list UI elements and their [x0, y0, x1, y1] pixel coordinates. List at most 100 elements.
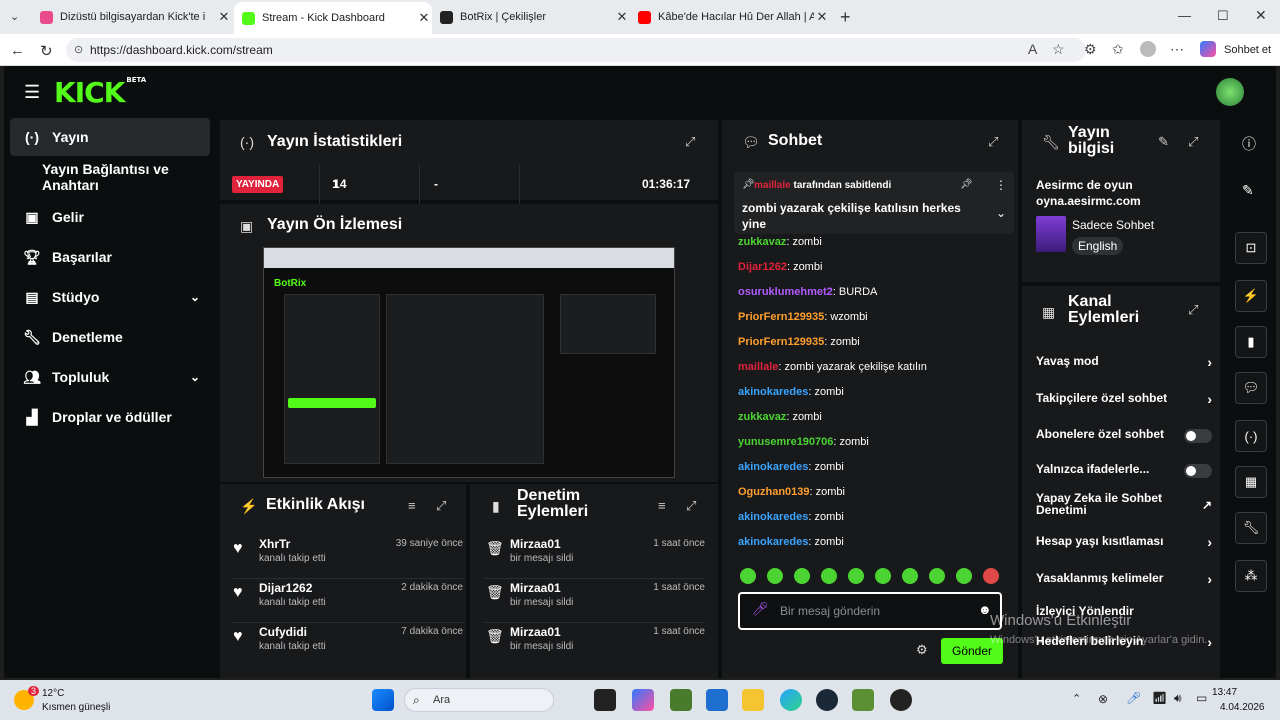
chat-username[interactable]: akinokaredes	[738, 536, 808, 548]
maximize-icon[interactable]: ☐	[1217, 8, 1229, 24]
sidebar-item-denetleme[interactable]: 🔧︎ Denetleme	[10, 318, 210, 356]
filter-icon[interactable]: ≡	[408, 498, 416, 513]
kick-logo[interactable]: KICK BETA	[54, 76, 146, 109]
minimize-icon[interactable]: —	[1178, 8, 1191, 23]
subs-only-toggle[interactable]	[1184, 429, 1212, 443]
clock-date[interactable]: 4.04.2026	[1220, 702, 1265, 713]
browser-tab-2[interactable]: Stream - Kick Dashboard ✕	[234, 2, 432, 34]
close-icon[interactable]: ✕	[216, 9, 232, 25]
sidebar-item-topluluk[interactable]: 👥︎ Topluluk ⌄	[10, 358, 210, 396]
copilot-icon[interactable]	[1200, 41, 1216, 57]
chat-input[interactable]: 🎤︎ Bir mesaj gönderin ☻	[738, 592, 1002, 630]
moderator-name[interactable]: Mirzaa01	[510, 581, 561, 595]
channel-action-banned-words[interactable]: Yasaklanmış kelimeler ›	[1036, 571, 1212, 593]
site-info-icon[interactable]: ⊙	[74, 43, 83, 56]
windows-start-icon[interactable]	[372, 689, 394, 711]
chat-username[interactable]: zukkavaz	[738, 236, 786, 248]
tray-app-icon[interactable]: ⊗	[1098, 692, 1108, 706]
expand-icon[interactable]: ⤢	[686, 498, 696, 514]
activity-user[interactable]: Dijar1262	[259, 581, 312, 595]
emote-icon[interactable]	[794, 568, 810, 584]
expand-icon[interactable]: ⤢	[685, 134, 695, 150]
emote-icon[interactable]	[740, 568, 756, 584]
reload-icon[interactable]: ↻	[40, 42, 53, 60]
avatar[interactable]	[1216, 78, 1244, 106]
stream-preview[interactable]: BotRix	[263, 247, 675, 478]
chat-username[interactable]: akinokaredes	[738, 461, 808, 473]
emote-icon[interactable]	[848, 568, 864, 584]
close-icon[interactable]: ✕	[614, 9, 630, 25]
tray-mic-icon[interactable]: 🎤︎	[1126, 691, 1141, 705]
url-field[interactable]: ⊙ https://dashboard.kick.com/stream	[66, 38, 1086, 62]
edit-icon[interactable]: ✎	[1242, 182, 1254, 199]
taskbar-search[interactable]: ⌕ Ara	[404, 688, 554, 712]
tab-actions-icon[interactable]: ⌄	[10, 10, 19, 23]
copilot-label[interactable]: Sohbet et	[1224, 44, 1271, 56]
chat-username[interactable]: maillale	[738, 361, 778, 373]
rail-community-icon[interactable]: ⁂	[1235, 560, 1267, 592]
edge-icon[interactable]	[780, 689, 802, 711]
edit-icon[interactable]: ✎	[1158, 134, 1169, 150]
expand-icon[interactable]: ⤢	[1188, 134, 1198, 150]
tray-chevron-icon[interactable]: ⌃	[1072, 692, 1081, 705]
wifi-icon[interactable]: 📶︎	[1152, 691, 1167, 705]
back-icon[interactable]: ←	[10, 42, 25, 59]
activity-user[interactable]: Cufydidi	[259, 625, 307, 639]
rail-chat-icon[interactable]: 💬︎	[1235, 372, 1267, 404]
microphone-icon[interactable]: 🎤︎	[752, 601, 769, 617]
favorite-icon[interactable]: ☆	[1052, 41, 1065, 58]
chat-username[interactable]: PriorFern129935	[738, 336, 824, 348]
emote-icon[interactable]	[875, 568, 891, 584]
chat-settings-icon[interactable]: ⚙	[916, 642, 928, 658]
steam-icon[interactable]	[816, 689, 838, 711]
chat-username[interactable]: PriorFern129935	[738, 311, 824, 323]
chat-username[interactable]: akinokaredes	[738, 511, 808, 523]
copilot-app-icon[interactable]	[632, 689, 654, 711]
chat-username[interactable]: akinokaredes	[738, 386, 808, 398]
close-icon[interactable]: ✕	[416, 10, 432, 26]
expand-icon[interactable]: ⤢	[1188, 302, 1198, 318]
file-explorer-icon[interactable]	[742, 689, 764, 711]
clock-time[interactable]: 13:47	[1212, 687, 1237, 698]
read-aloud-icon[interactable]: A	[1028, 41, 1037, 57]
rail-broadcast-icon[interactable]: (·)	[1235, 420, 1267, 452]
channel-action-account-age[interactable]: Hesap yaşı kısıtlaması ›	[1036, 534, 1212, 556]
moderator-name[interactable]: Mirzaa01	[510, 537, 561, 551]
extensions-icon[interactable]: ⚙	[1084, 41, 1097, 58]
channel-action-ai-moderation[interactable]: Yapay Zeka ile Sohbet Denetimi ↗	[1036, 492, 1212, 520]
emotes-only-toggle[interactable]	[1184, 464, 1212, 478]
close-icon[interactable]: ✕	[814, 9, 830, 25]
browser-tab-1[interactable]: Dizüstü bilgisayardan Kick'te i ✕	[32, 4, 232, 30]
profile-icon[interactable]	[1140, 41, 1156, 57]
favorites-icon[interactable]: ✩	[1112, 41, 1124, 58]
task-view-icon[interactable]	[594, 689, 616, 711]
emote-icon[interactable]	[902, 568, 918, 584]
expand-icon[interactable]: ⤢	[988, 134, 998, 150]
chat-username[interactable]: zukkavaz	[738, 411, 786, 423]
expand-icon[interactable]: ⤢	[436, 498, 446, 514]
chat-username[interactable]: Oguzhan0139	[738, 486, 810, 498]
info-icon[interactable]: ⓘ	[1242, 134, 1256, 154]
window-close-icon[interactable]: ✕	[1255, 7, 1267, 24]
volume-icon[interactable]: 🔊︎	[1174, 691, 1182, 706]
emote-icon[interactable]	[983, 568, 999, 584]
category-name[interactable]: Sadece Sohbet	[1072, 218, 1154, 232]
chevron-down-icon[interactable]: ⌄	[996, 206, 1006, 220]
unpin-icon[interactable]: 📌︎	[960, 179, 973, 190]
emote-icon[interactable]	[929, 568, 945, 584]
channel-action-slow-mode[interactable]: Yavaş mod ›	[1036, 354, 1212, 376]
rail-channel-icon[interactable]: ▦	[1235, 466, 1267, 498]
rail-wrench-icon[interactable]: 🔧︎	[1235, 512, 1267, 544]
sidebar-item-gelir[interactable]: ▣ Gelir	[10, 198, 210, 236]
battery-icon[interactable]: ▭	[1196, 691, 1207, 705]
emote-icon[interactable]	[767, 568, 783, 584]
more-icon[interactable]: ⋯	[1170, 41, 1184, 58]
chat-username[interactable]: Dijar1262	[738, 261, 787, 273]
browser-tab-4[interactable]: Kâbe'de Hacılar Hû Der Allah | Abc ✕	[630, 4, 830, 30]
emote-icon[interactable]	[821, 568, 837, 584]
rail-document-icon[interactable]: ▮	[1235, 326, 1267, 358]
sidebar-item-stream-key[interactable]: Yayın Bağlantısı ve Anahtarı	[10, 158, 210, 196]
browser-tab-3[interactable]: BotRix | Çekilişler ✕	[432, 4, 630, 30]
pinned-message[interactable]: 📌︎ maillale tarafından sabitlendi 📌︎ ⋮ z…	[734, 172, 1014, 234]
sidebar-item-studyo[interactable]: ▤ Stüdyo ⌄	[10, 278, 210, 316]
